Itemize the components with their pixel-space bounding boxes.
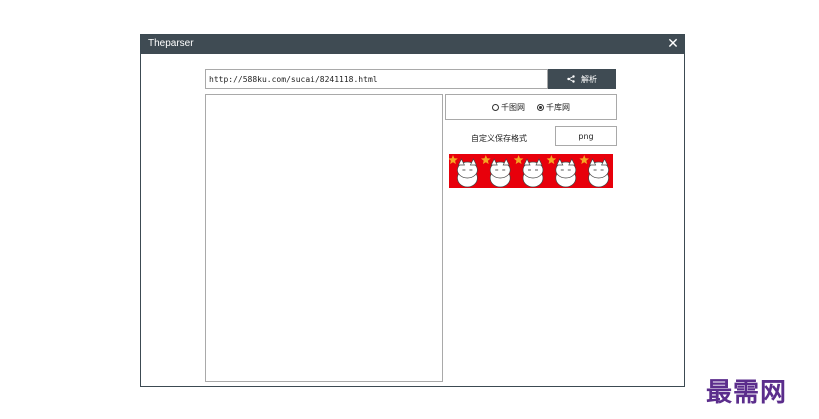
- radio-label-qiantu: 千图网: [501, 102, 525, 112]
- save-format-input[interactable]: [555, 126, 617, 146]
- radio-label-qianku: 千库网: [546, 102, 570, 112]
- radio-circle-qiantu[interactable]: [492, 103, 499, 111]
- watermark-logo: 最需网: [706, 378, 788, 408]
- app-window: Theparser ✕ 解析 千图网 千库网 自定义保存格式: [140, 34, 685, 387]
- source-radio-group: 千图网 千库网: [445, 94, 617, 120]
- preview-banner-graphic: [448, 154, 613, 188]
- url-input[interactable]: [205, 69, 548, 89]
- save-format-label: 自定义保存格式: [471, 134, 527, 143]
- title-bar[interactable]: Theparser ✕: [141, 35, 684, 54]
- radio-circle-qianku[interactable]: [537, 103, 544, 111]
- close-icon[interactable]: ✕: [666, 36, 680, 52]
- preview-image: [448, 154, 613, 188]
- share-icon: [567, 75, 575, 83]
- radio-option-qianku[interactable]: 千库网: [537, 102, 570, 113]
- image-list-pane[interactable]: [205, 94, 443, 382]
- parse-button[interactable]: 解析: [548, 69, 616, 89]
- window-title: Theparser: [148, 38, 194, 49]
- radio-option-qiantu[interactable]: 千图网: [492, 102, 525, 113]
- parse-button-label: 解析: [581, 74, 597, 84]
